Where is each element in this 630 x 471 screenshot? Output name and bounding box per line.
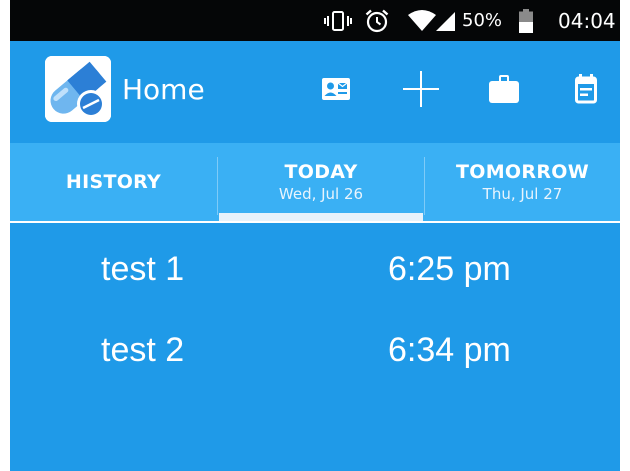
app-screen: 50% 04:04 Home HISTORY TODAY Wed, Jul 26… [10,0,620,471]
dose-time: 6:25 pm [388,250,511,288]
list-item[interactable]: test 2 6:34 pm [10,320,620,380]
contact-card-button[interactable] [318,71,354,107]
app-title: Home [122,73,205,106]
dose-name: test 1 [101,250,185,288]
tab-tomorrow-date: Thu, Jul 27 [482,185,563,203]
wifi-icon [408,0,436,41]
status-time: 04:04 [558,8,616,33]
tab-tomorrow-label: TOMORROW [456,161,589,183]
contact-card-icon [322,78,350,100]
briefcase-button[interactable] [486,71,522,107]
alarm-icon [364,0,390,41]
tab-tomorrow[interactable]: TOMORROW Thu, Jul 27 [425,143,620,221]
vibrate-icon [324,0,352,41]
tab-bar: HISTORY TODAY Wed, Jul 26 TOMORROW Thu, … [10,143,620,223]
signal-icon [436,0,456,41]
calendar-icon [575,74,597,104]
battery-percent: 50% [462,10,503,31]
dose-name: test 2 [101,331,185,369]
tab-history-label: HISTORY [65,171,162,193]
tab-today[interactable]: TODAY Wed, Jul 26 [218,143,424,221]
tab-today-date: Wed, Jul 26 [278,185,364,203]
battery-icon [519,0,533,41]
tab-history[interactable]: HISTORY [10,143,217,221]
dose-time: 6:34 pm [388,331,511,369]
pill-capsule-icon [45,56,111,122]
calendar-button[interactable] [568,71,604,107]
briefcase-icon [489,75,519,103]
status-bar: 50% 04:04 [10,0,620,41]
list-item[interactable]: test 1 6:25 pm [10,239,620,299]
app-bar: Home [10,41,620,143]
add-button[interactable] [403,71,439,107]
selected-tab-indicator [219,213,423,221]
tab-today-label: TODAY [284,161,358,183]
plus-icon [403,71,439,107]
